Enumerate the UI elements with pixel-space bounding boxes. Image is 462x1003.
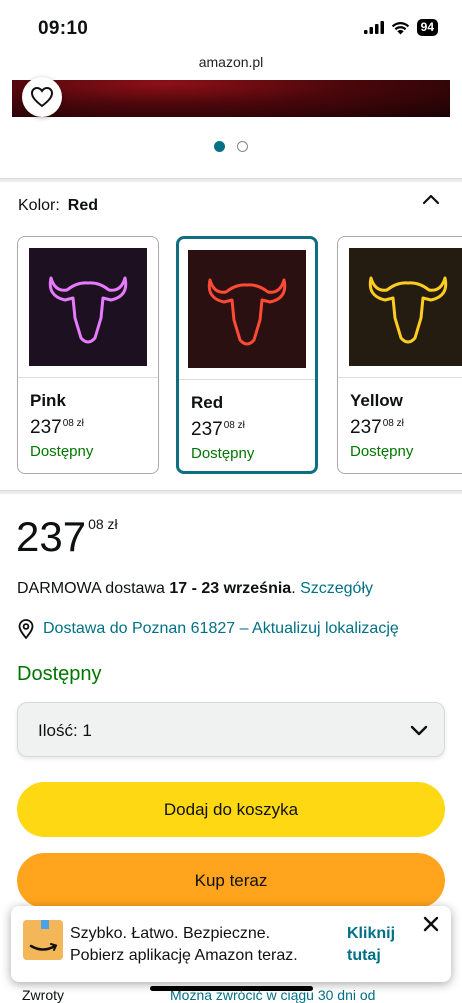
- quantity-value: 1: [82, 721, 92, 740]
- quantity-select[interactable]: Ilość: 1: [17, 702, 445, 757]
- availability-status: Dostępny: [17, 663, 102, 685]
- location-pin-icon: [18, 619, 34, 639]
- delivery-details-link[interactable]: Szczegóły: [300, 580, 373, 597]
- bull-neon-image-red: [188, 250, 306, 368]
- buy-now-button[interactable]: Kup teraz: [17, 853, 445, 908]
- delivery-dates: 17 - 23 września: [169, 580, 292, 597]
- divider: [0, 490, 462, 494]
- address-bar[interactable]: amazon.pl: [0, 54, 462, 70]
- battery-indicator: 94: [416, 19, 438, 36]
- status-bar: 09:10 94: [0, 0, 462, 50]
- returns-label: Zwroty: [22, 987, 64, 1003]
- swatch-availability: Dostępny: [30, 443, 94, 460]
- app-download-banner[interactable]: Szybko. Łatwo. Bezpieczne. Pobierz aplik…: [11, 906, 451, 982]
- swatch-price: 23708 zł: [30, 417, 84, 438]
- home-indicator[interactable]: [150, 986, 313, 991]
- bull-neon-image-yellow: [349, 248, 462, 366]
- color-selector-header: Kolor: Red: [18, 197, 98, 215]
- chevron-down-icon: [410, 725, 428, 736]
- swatch-name: Yellow: [350, 391, 403, 410]
- close-icon[interactable]: [423, 916, 439, 932]
- swatch-price: 23708 zł: [350, 417, 404, 438]
- swatch-name: Red: [191, 393, 224, 412]
- swatch-availability: Dostępny: [191, 445, 255, 462]
- carousel-dot[interactable]: [237, 141, 248, 152]
- swatch-red[interactable]: Red 23708 zł Dostępny: [176, 236, 318, 474]
- status-icons: 94: [363, 19, 438, 36]
- divider: [0, 178, 462, 182]
- color-label: Kolor:: [18, 197, 60, 214]
- wifi-icon: [391, 21, 409, 34]
- quantity-label: Ilość:: [38, 721, 78, 740]
- swatch-name: Pink: [30, 391, 66, 410]
- swatch-pink[interactable]: Pink 23708 zł Dostępny: [17, 236, 159, 474]
- product-image[interactable]: [12, 80, 450, 117]
- clock: 09:10: [38, 18, 89, 39]
- carousel-dot-active[interactable]: [214, 141, 225, 152]
- amazon-app-icon: [23, 920, 63, 960]
- app-banner-cta[interactable]: Kliknij tutaj: [347, 923, 395, 967]
- signal-icon: [363, 21, 384, 34]
- app-banner-text: Szybko. Łatwo. Bezpieczne. Pobierz aplik…: [70, 925, 298, 964]
- add-to-cart-button[interactable]: Dodaj do koszyka: [17, 782, 445, 837]
- swatch-price: 23708 zł: [191, 419, 245, 440]
- carousel-dots[interactable]: [214, 141, 248, 152]
- product-price: 237 08 zł: [16, 513, 118, 560]
- bull-neon-image-pink: [29, 248, 147, 366]
- delivery-location-text[interactable]: Dostawa do Poznan 61827 – Aktualizuj lok…: [43, 620, 399, 638]
- swatch-availability: Dostępny: [350, 443, 414, 460]
- delivery-location-link[interactable]: Dostawa do Poznan 61827 – Aktualizuj lok…: [17, 619, 399, 639]
- wishlist-button[interactable]: [22, 77, 62, 117]
- swatch-yellow[interactable]: Yellow 23708 zł Dostępny: [337, 236, 462, 474]
- chevron-up-icon[interactable]: [422, 191, 440, 209]
- delivery-info: DARMOWA dostawa 17 - 23 września. Szczeg…: [17, 580, 373, 597]
- heart-icon: [30, 86, 54, 108]
- color-selected-value: Red: [67, 197, 99, 214]
